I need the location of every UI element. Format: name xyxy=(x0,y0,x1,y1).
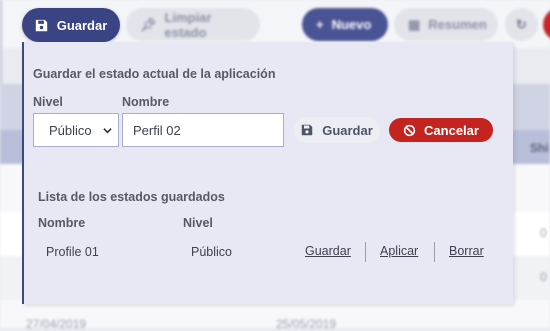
table-icon: ▦ xyxy=(408,16,421,32)
level-label: Nivel xyxy=(33,95,63,109)
name-input[interactable]: Perfil 02 xyxy=(122,113,284,147)
clear-state-label: Limpiar estado xyxy=(164,9,212,40)
new-label: Nuevo xyxy=(331,17,372,32)
name-input-value: Perfil 02 xyxy=(133,122,181,138)
save-state-toggle-label: Guardar xyxy=(56,17,108,33)
column-header-name: Nombre xyxy=(38,216,86,230)
refresh-icon: ↻ xyxy=(516,16,527,32)
pin-icon: 📌︎ xyxy=(140,16,157,32)
new-button[interactable]: + Nuevo xyxy=(302,8,388,41)
row-cell: 0 xyxy=(540,226,547,240)
summary-button[interactable]: ▦ Resumen xyxy=(394,8,498,41)
cancel-button[interactable]: Cancelar xyxy=(389,118,493,142)
level-select-value: Público xyxy=(49,122,92,138)
saved-state-name: Profile 01 xyxy=(46,245,99,259)
floppy-disk-icon xyxy=(35,19,47,31)
panel-title: Guardar el estado actual de la aplicació… xyxy=(33,67,276,81)
saved-state-apply-link[interactable]: Aplicar xyxy=(380,244,418,258)
row-cell-date: 27/04/2019 xyxy=(26,317,87,331)
save-button[interactable]: Guardar xyxy=(294,117,380,143)
column-header-level: Nivel xyxy=(183,216,213,230)
saved-state-save-link[interactable]: Guardar xyxy=(305,244,351,258)
save-state-panel: Guardar el estado actual de la aplicació… xyxy=(22,42,513,304)
divider xyxy=(365,242,366,262)
chevron-down-icon xyxy=(103,128,112,134)
summary-label: Resumen xyxy=(428,17,487,32)
table-row: 27/04/2019 25/05/2019 xyxy=(0,300,550,331)
saved-state-delete-link[interactable]: Borrar xyxy=(449,244,484,258)
cancel-button-label: Cancelar xyxy=(424,122,479,138)
save-state-toggle-button[interactable]: Guardar xyxy=(22,8,120,42)
clear-state-button[interactable]: 📌︎ Limpiar estado xyxy=(126,8,260,41)
column-header-partial: Shi xyxy=(530,141,549,155)
saved-state-level: Público xyxy=(191,245,232,259)
level-select[interactable]: Público xyxy=(33,113,119,147)
name-label: Nombre xyxy=(122,95,170,109)
floppy-disk-icon xyxy=(301,124,313,136)
divider xyxy=(434,242,435,262)
row-cell: 0 xyxy=(540,270,547,284)
saved-list-title: Lista de los estados guardados xyxy=(38,190,225,204)
row-cell-date: 25/05/2019 xyxy=(276,317,337,331)
ban-icon xyxy=(403,124,416,136)
save-button-label: Guardar xyxy=(322,122,373,138)
plus-icon: + xyxy=(316,17,324,32)
refresh-button[interactable]: ↻ xyxy=(505,8,538,41)
